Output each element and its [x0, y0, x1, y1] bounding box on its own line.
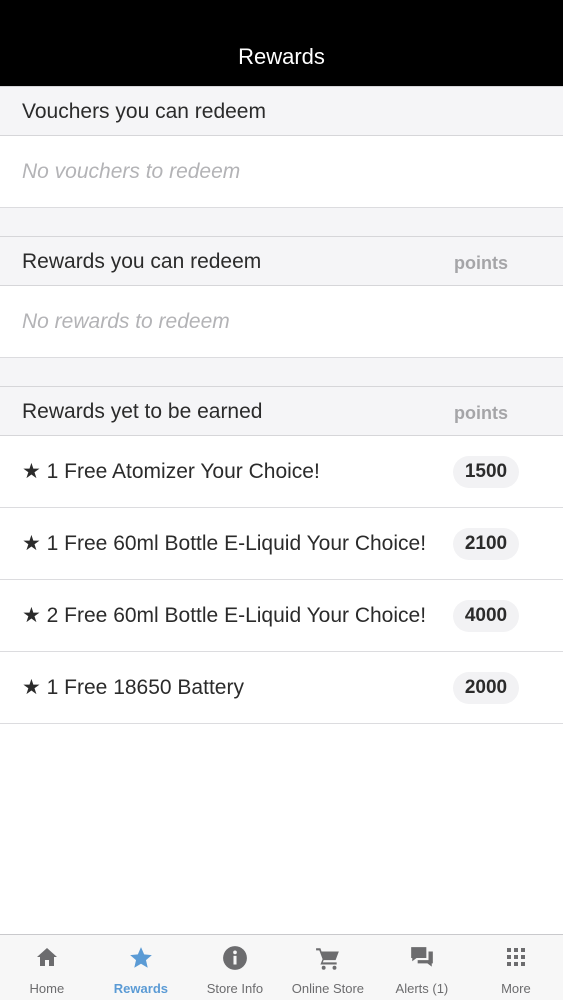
reward-row[interactable]: ★ 1 Free 60ml Bottle E-Liquid Your Choic… — [0, 508, 563, 580]
tab-more[interactable]: More — [469, 935, 563, 1001]
section-header-vouchers: Vouchers you can redeem — [0, 86, 563, 136]
section-header-redeemable: Rewards you can redeem points — [0, 236, 563, 286]
nav-header: Rewards — [0, 0, 563, 86]
reward-label: ★ 1 Free 60ml Bottle E-Liquid Your Choic… — [22, 532, 427, 555]
reward-row[interactable]: ★ 2 Free 60ml Bottle E-Liquid Your Choic… — [0, 580, 563, 652]
reward-row[interactable]: ★ 1 Free 18650 Battery 2000 — [0, 652, 563, 724]
tab-online-store[interactable]: Online Store — [281, 935, 375, 1001]
cart-icon — [281, 945, 375, 971]
points-badge: 4000 — [453, 600, 519, 632]
section-title: Rewards you can redeem — [22, 250, 262, 273]
tab-label: More — [501, 981, 531, 996]
points-badge: 2000 — [453, 672, 519, 704]
section-spacer — [0, 358, 563, 386]
section-title: Vouchers you can redeem — [22, 100, 266, 123]
tab-bar: Home Rewards Store Info Online Store Ale… — [0, 934, 563, 1000]
section-header-unearned: Rewards yet to be earned points — [0, 386, 563, 436]
reward-label: ★ 2 Free 60ml Bottle E-Liquid Your Choic… — [22, 604, 427, 627]
page-title: Rewards — [238, 44, 325, 69]
reward-label: ★ 1 Free Atomizer Your Choice! — [22, 460, 320, 483]
section-spacer — [0, 208, 563, 236]
points-column-label: points — [454, 403, 508, 423]
tab-label: Rewards — [113, 981, 168, 996]
tab-rewards[interactable]: Rewards — [94, 935, 188, 1001]
points-badge: 1500 — [453, 456, 519, 488]
points-badge: 2100 — [453, 528, 519, 560]
tab-label: Store Info — [206, 981, 264, 996]
info-icon — [188, 945, 282, 971]
tab-home[interactable]: Home — [0, 935, 94, 1001]
tab-label: Home — [29, 981, 65, 996]
reward-row[interactable]: ★ 1 Free Atomizer Your Choice! 1500 — [0, 436, 563, 508]
empty-text: No vouchers to redeem — [22, 160, 241, 183]
chat-bubbles-icon — [375, 945, 469, 971]
empty-text: No rewards to redeem — [22, 310, 230, 333]
section-title: Rewards yet to be earned — [22, 400, 263, 423]
tab-label: Online Store — [291, 981, 365, 996]
points-column-label: points — [454, 253, 508, 273]
home-icon — [0, 945, 94, 971]
grid-dots-icon — [469, 945, 563, 971]
reward-label: ★ 1 Free 18650 Battery — [22, 676, 244, 699]
tab-label: Alerts (1) — [395, 981, 449, 996]
star-icon — [94, 945, 188, 971]
tab-store-info[interactable]: Store Info — [188, 935, 282, 1001]
empty-row-vouchers: No vouchers to redeem — [0, 136, 563, 208]
empty-row-rewards: No rewards to redeem — [0, 286, 563, 358]
tab-alerts[interactable]: Alerts (1) — [375, 935, 469, 1001]
